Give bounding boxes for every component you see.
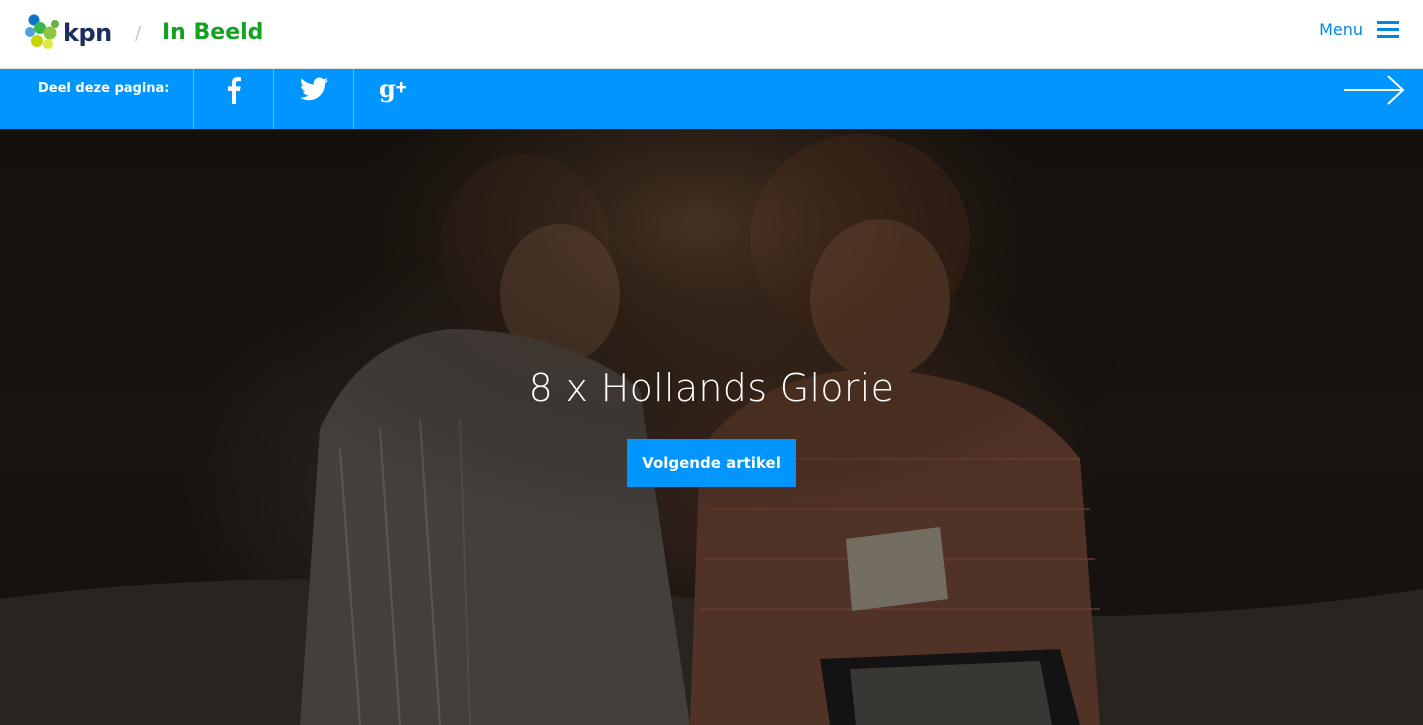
hero-section: 8 x Hollands Glorie Volgende artikel: [0, 129, 1423, 725]
site-title[interactable]: In Beeld: [162, 20, 263, 45]
menu-button[interactable]: Menu: [1319, 20, 1399, 39]
twitter-share-button[interactable]: [273, 69, 353, 129]
google-plus-share-button[interactable]: g: [353, 69, 433, 129]
breadcrumb-divider: /: [135, 22, 142, 44]
svg-text:g: g: [379, 76, 396, 103]
next-article-button[interactable]: Volgende artikel: [627, 439, 796, 487]
kpn-wordmark: kpn: [63, 19, 112, 47]
hero-title: 8 x Hollands Glorie: [528, 366, 895, 410]
google-plus-icon: g: [379, 76, 406, 103]
site-header: kpn / In Beeld Menu: [0, 0, 1423, 69]
facebook-share-button[interactable]: [193, 69, 273, 129]
arrow-right-icon[interactable]: [1344, 74, 1406, 106]
hero-overlay: [0, 129, 1423, 725]
twitter-icon: [299, 77, 328, 101]
share-bar: Deel deze pagina: g: [0, 69, 1423, 129]
facebook-icon: [227, 77, 241, 104]
hamburger-icon: [1377, 21, 1399, 38]
kpn-logo[interactable]: kpn: [24, 13, 116, 53]
share-label: Deel deze pagina:: [38, 81, 170, 96]
menu-label: Menu: [1319, 20, 1363, 39]
kpn-crown-icon: [25, 14, 59, 49]
